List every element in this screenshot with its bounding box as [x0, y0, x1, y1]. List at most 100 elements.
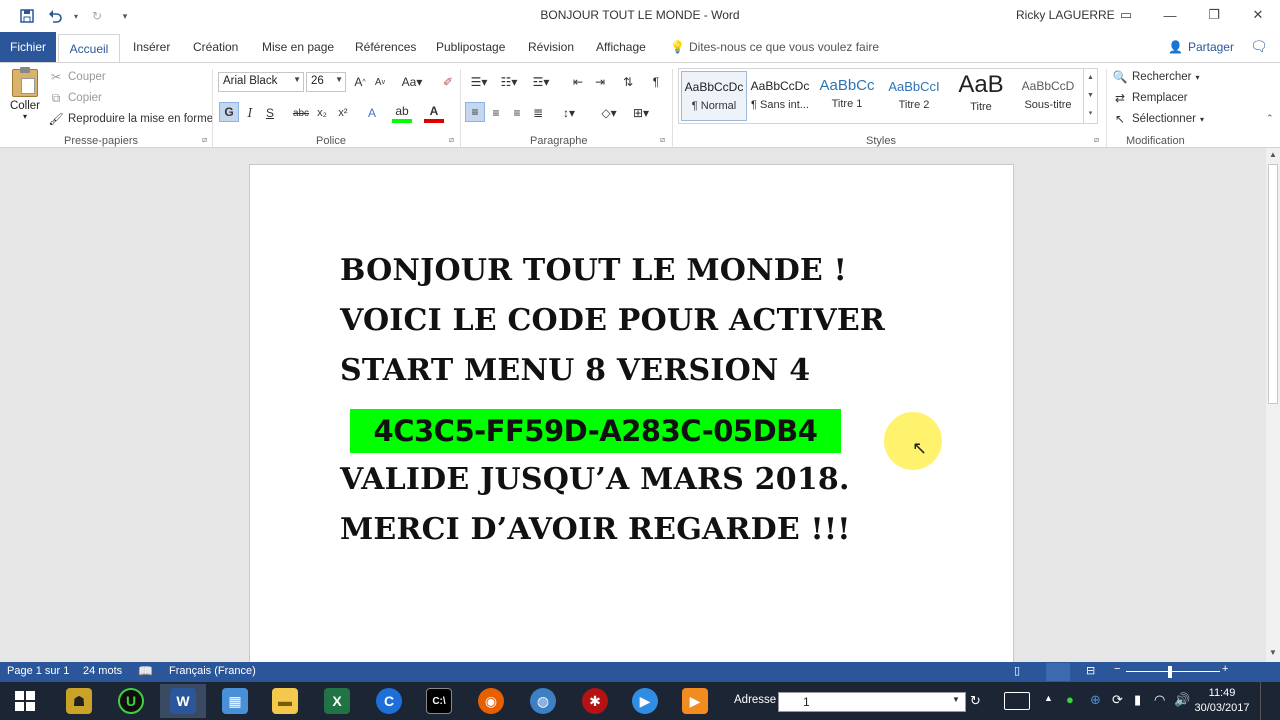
- scroll-thumb[interactable]: [1268, 164, 1278, 404]
- system-clock[interactable]: 11:49 30/03/2017: [1194, 686, 1250, 716]
- gallery-scroll[interactable]: ▲ ▼ ▾: [1083, 69, 1097, 123]
- control-panel-icon[interactable]: ▦: [212, 684, 258, 718]
- justify-button[interactable]: ≣: [528, 103, 548, 123]
- command-prompt-icon[interactable]: C:\: [416, 684, 462, 718]
- scroll-down-icon[interactable]: ▼: [1269, 648, 1277, 657]
- address-input[interactable]: 1: [778, 692, 966, 712]
- tray-sync-icon[interactable]: ⟳: [1112, 692, 1123, 708]
- multilevel-list-button[interactable]: ☲▾: [528, 72, 554, 92]
- firefox-icon[interactable]: ◉: [468, 684, 514, 718]
- style-heading-2[interactable]: AaBbCcI Titre 2: [881, 71, 947, 121]
- show-desktop-button[interactable]: [1260, 682, 1280, 720]
- strikethrough-button[interactable]: abc: [291, 103, 311, 123]
- tab-insert[interactable]: Insérer: [133, 40, 170, 54]
- text-line[interactable]: BONJOUR TOUT LE MONDE !: [340, 253, 847, 288]
- dialog-launcher-icon[interactable]: ⧄: [1094, 135, 1099, 145]
- line-spacing-button[interactable]: ↕▾: [556, 103, 582, 123]
- tray-chevron-icon[interactable]: ▲: [1044, 693, 1053, 703]
- comments-icon[interactable]: 🗨: [1250, 38, 1268, 55]
- excel-taskbar-icon[interactable]: X: [314, 684, 360, 718]
- text-line[interactable]: VOICI LE CODE POUR ACTIVER: [340, 303, 885, 338]
- highlight-color-button[interactable]: ab: [392, 103, 412, 123]
- zoom-out-icon[interactable]: −: [1114, 663, 1120, 675]
- decrease-indent-button[interactable]: ⇤: [568, 72, 588, 92]
- dialog-launcher-icon[interactable]: ⧄: [660, 135, 665, 145]
- tray-app-icon[interactable]: ●: [1066, 692, 1074, 707]
- numbering-button[interactable]: ☷▾: [496, 72, 522, 92]
- bold-button[interactable]: G: [219, 102, 239, 122]
- format-painter-button[interactable]: 🖌 Reproduire la mise en forme: [48, 111, 213, 127]
- word-taskbar-icon[interactable]: W: [160, 684, 206, 718]
- sort-button[interactable]: ⇅: [618, 72, 638, 92]
- clear-formatting-icon[interactable]: ✐: [438, 72, 458, 92]
- font-color-button[interactable]: A: [424, 103, 444, 123]
- ccleaner-icon[interactable]: C: [366, 684, 412, 718]
- tab-design[interactable]: Création: [193, 40, 238, 54]
- style-subtitle[interactable]: AaBbCcD Sous-titre: [1015, 71, 1081, 121]
- battery-icon[interactable]: ▮: [1134, 692, 1141, 708]
- file-explorer-icon[interactable]: ▬: [262, 684, 308, 718]
- tell-me-box[interactable]: 💡 Dites-nous ce que vous voulez faire: [670, 40, 879, 54]
- show-formatting-button[interactable]: ¶: [646, 72, 666, 92]
- restore-icon[interactable]: ❐: [1192, 0, 1236, 30]
- underline-button[interactable]: S: [260, 103, 280, 123]
- style-heading-1[interactable]: AaBbCc Titre 1: [814, 71, 880, 121]
- style-no-spacing[interactable]: AaBbCcDc ¶ Sans int...: [747, 71, 813, 121]
- tab-layout[interactable]: Mise en page: [262, 40, 334, 54]
- close-icon[interactable]: ✕: [1236, 0, 1280, 30]
- borders-button[interactable]: ⊞▾: [628, 103, 654, 123]
- replace-button[interactable]: ⇄ Remplacer: [1112, 90, 1188, 106]
- zoom-slider-thumb[interactable]: [1168, 666, 1172, 678]
- align-left-button[interactable]: ≡: [465, 102, 485, 122]
- language-indicator[interactable]: Français (France): [169, 665, 256, 677]
- dialog-launcher-icon[interactable]: ⧄: [202, 135, 207, 145]
- video-recorder-icon[interactable]: ▶: [672, 684, 718, 718]
- tab-home[interactable]: Accueil: [58, 34, 120, 62]
- shading-button[interactable]: ◇▾: [596, 103, 622, 123]
- text-line[interactable]: VALIDE JUSQU’A MARS 2018.: [340, 462, 850, 497]
- bullets-button[interactable]: ☰▾: [466, 72, 492, 92]
- zoom-slider[interactable]: [1126, 671, 1220, 672]
- paste-button[interactable]: Coller ▾: [8, 67, 42, 121]
- scroll-up-icon[interactable]: ▲: [1269, 150, 1277, 159]
- tab-mailings[interactable]: Publipostage: [436, 40, 505, 54]
- read-mode-icon[interactable]: ▯: [1014, 664, 1020, 677]
- activation-code-highlighted[interactable]: 4C3C5-FF59D-A283C-05DB4: [350, 409, 841, 453]
- text-line[interactable]: START MENU 8 VERSION 4: [340, 353, 810, 388]
- zoom-in-icon[interactable]: +: [1222, 663, 1228, 675]
- subscript-button[interactable]: x₂: [312, 103, 332, 123]
- minimize-icon[interactable]: —: [1148, 0, 1192, 30]
- copy-button[interactable]: ⧉ Copier: [48, 90, 102, 106]
- font-name-box[interactable]: Arial Black ▼: [218, 72, 304, 92]
- dialog-launcher-icon[interactable]: ⧄: [449, 135, 454, 145]
- refresh-icon[interactable]: ↻: [970, 693, 981, 709]
- wifi-icon[interactable]: ◠: [1154, 692, 1165, 708]
- share-button[interactable]: 👤 Partager: [1168, 40, 1234, 54]
- user-name[interactable]: Ricky LAGUERRE: [1016, 8, 1115, 22]
- tab-references[interactable]: Références: [355, 40, 416, 54]
- document-page[interactable]: BONJOUR TOUT LE MONDE ! VOICI LE CODE PO…: [249, 164, 1014, 662]
- align-right-button[interactable]: ≡: [507, 103, 527, 123]
- font-size-box[interactable]: 26 ▼: [306, 72, 346, 92]
- page-count[interactable]: Page 1 sur 1: [7, 665, 69, 677]
- tab-view[interactable]: Affichage: [596, 40, 646, 54]
- italic-button[interactable]: I: [240, 103, 260, 123]
- vertical-scrollbar[interactable]: ▲ ▼: [1266, 148, 1280, 662]
- align-center-button[interactable]: ≡: [486, 103, 506, 123]
- shrink-font-button[interactable]: Av: [370, 72, 390, 92]
- web-layout-icon[interactable]: ⊟: [1086, 664, 1095, 677]
- print-layout-icon[interactable]: [1046, 663, 1070, 681]
- cut-button[interactable]: ✂ Couper: [48, 69, 106, 85]
- proofing-icon[interactable]: 📖: [138, 664, 153, 678]
- ribbon-display-icon[interactable]: ▭: [1104, 0, 1148, 30]
- find-button[interactable]: 🔍 Rechercher ▾: [1112, 69, 1200, 85]
- collapse-ribbon-icon[interactable]: ⌃: [1266, 113, 1274, 124]
- grow-font-button[interactable]: A ^: [350, 72, 370, 92]
- text-effects-button[interactable]: A: [362, 103, 382, 123]
- tab-review[interactable]: Révision: [528, 40, 574, 54]
- volume-icon[interactable]: 🔊: [1174, 692, 1190, 708]
- app-icon-puzzle[interactable]: ☗: [56, 684, 102, 718]
- app-icon-red[interactable]: ✱: [572, 684, 618, 718]
- media-player-icon[interactable]: ▶: [622, 684, 668, 718]
- superscript-button[interactable]: x²: [333, 103, 353, 123]
